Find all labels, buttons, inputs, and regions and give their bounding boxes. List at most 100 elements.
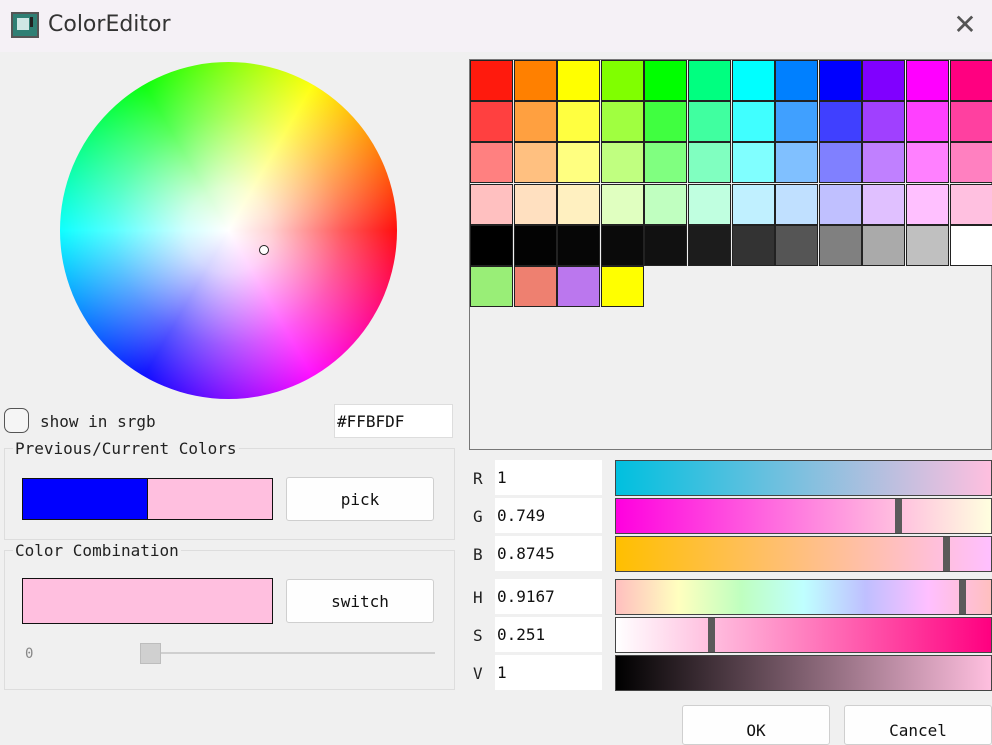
palette-swatch[interactable] <box>775 183 819 225</box>
palette-swatch[interactable] <box>513 183 557 225</box>
channel-input-v[interactable]: 1 <box>495 655 602 690</box>
palette-swatch[interactable] <box>862 101 906 143</box>
palette-swatch[interactable] <box>600 183 644 225</box>
palette-swatch[interactable] <box>775 142 819 184</box>
palette-swatch[interactable] <box>688 60 731 101</box>
channel-slider-handle[interactable] <box>958 580 966 614</box>
palette-swatch[interactable] <box>775 101 819 143</box>
palette-swatch[interactable] <box>644 224 688 266</box>
palette-swatch[interactable] <box>600 60 644 101</box>
palette-swatch[interactable] <box>470 60 513 101</box>
channel-slider-s[interactable] <box>615 617 992 653</box>
palette-swatch[interactable] <box>818 60 862 101</box>
close-icon[interactable]: ✕ <box>946 6 984 44</box>
palette-swatch[interactable] <box>949 101 992 143</box>
palette-swatch[interactable] <box>557 60 601 101</box>
palette-swatch[interactable] <box>513 142 557 184</box>
palette-swatch[interactable] <box>906 101 949 143</box>
palette-swatch[interactable] <box>731 142 775 184</box>
palette-swatch[interactable] <box>600 142 644 184</box>
palette-swatch[interactable] <box>470 224 513 266</box>
palette-swatch[interactable] <box>862 224 906 266</box>
channel-slider-handle[interactable] <box>895 499 903 533</box>
palette-swatch[interactable] <box>557 142 601 184</box>
palette-swatch[interactable] <box>688 142 731 184</box>
channel-slider-b[interactable] <box>615 536 992 572</box>
palette-swatch[interactable] <box>513 266 557 307</box>
palette-swatch[interactable] <box>644 142 688 184</box>
palette-swatch[interactable] <box>818 142 862 184</box>
color-combination-title: Color Combination <box>13 541 181 560</box>
color-wheel[interactable] <box>60 62 397 399</box>
channel-label-v: V <box>473 664 483 683</box>
channel-input-g[interactable]: 0.749 <box>495 498 602 533</box>
palette-swatch[interactable] <box>600 101 644 143</box>
channel-slider-r[interactable] <box>615 460 992 496</box>
channel-input-s[interactable]: 0.251 <box>495 617 602 652</box>
palette-swatch[interactable] <box>949 224 992 266</box>
combination-color-swatch[interactable] <box>22 578 273 624</box>
palette-swatch[interactable] <box>470 101 513 143</box>
palette-swatch[interactable] <box>775 224 819 266</box>
palette-swatch[interactable] <box>818 101 862 143</box>
channel-slider-handle[interactable] <box>707 618 715 652</box>
cancel-button[interactable]: Cancel <box>844 705 992 745</box>
ok-button[interactable]: OK <box>682 705 830 745</box>
palette-swatch[interactable] <box>688 183 731 225</box>
channel-slider-h[interactable] <box>615 579 992 615</box>
palette-swatch[interactable] <box>862 183 906 225</box>
palette-swatch[interactable] <box>775 60 819 101</box>
combination-slider-handle[interactable] <box>140 643 161 664</box>
show-in-srgb-checkbox[interactable] <box>4 408 29 433</box>
palette-swatch[interactable] <box>949 142 992 184</box>
palette-swatch[interactable] <box>470 142 513 184</box>
channel-label-b: B <box>473 545 483 564</box>
color-palette <box>469 59 992 450</box>
channel-slider-handle[interactable] <box>942 537 950 571</box>
palette-swatch[interactable] <box>470 183 513 225</box>
palette-swatch[interactable] <box>644 183 688 225</box>
palette-swatch[interactable] <box>513 60 557 101</box>
palette-swatch[interactable] <box>818 224 862 266</box>
hex-color-input[interactable] <box>334 404 453 438</box>
palette-swatch[interactable] <box>731 224 775 266</box>
palette-swatch[interactable] <box>557 101 601 143</box>
palette-swatch[interactable] <box>862 60 906 101</box>
pick-button[interactable]: pick <box>286 477 434 521</box>
palette-swatch[interactable] <box>644 101 688 143</box>
previous-color-swatch[interactable] <box>22 478 148 520</box>
palette-swatch[interactable] <box>818 183 862 225</box>
palette-swatch[interactable] <box>906 60 949 101</box>
show-in-srgb-label: show in srgb <box>40 412 156 431</box>
palette-swatch[interactable] <box>470 266 513 307</box>
palette-swatch[interactable] <box>688 224 731 266</box>
palette-swatch[interactable] <box>557 183 601 225</box>
palette-swatch[interactable] <box>644 60 688 101</box>
palette-swatch[interactable] <box>600 224 644 266</box>
palette-swatch[interactable] <box>513 101 557 143</box>
channel-slider-g[interactable] <box>615 498 992 534</box>
switch-button[interactable]: switch <box>286 579 434 623</box>
channel-input-r[interactable]: 1 <box>495 460 602 495</box>
palette-swatch[interactable] <box>731 183 775 225</box>
palette-swatch[interactable] <box>862 142 906 184</box>
palette-swatch[interactable] <box>906 224 949 266</box>
title-bar: ColorEditor ✕ <box>0 0 992 52</box>
palette-swatch[interactable] <box>557 266 601 307</box>
palette-swatch[interactable] <box>513 224 557 266</box>
palette-swatch[interactable] <box>731 60 775 101</box>
palette-swatch[interactable] <box>906 142 949 184</box>
palette-swatch[interactable] <box>688 101 731 143</box>
channel-input-b[interactable]: 0.8745 <box>495 536 602 571</box>
palette-swatch[interactable] <box>949 60 992 101</box>
channel-input-h[interactable]: 0.9167 <box>495 579 602 614</box>
palette-swatch[interactable] <box>600 266 644 307</box>
palette-swatch[interactable] <box>731 101 775 143</box>
channel-slider-v[interactable] <box>615 655 992 691</box>
current-color-swatch[interactable] <box>147 478 273 520</box>
palette-swatch[interactable] <box>906 183 949 225</box>
palette-swatch[interactable] <box>949 183 992 225</box>
combination-slider-track[interactable] <box>150 652 435 654</box>
color-wheel-cursor[interactable] <box>259 245 269 255</box>
palette-swatch[interactable] <box>557 224 601 266</box>
